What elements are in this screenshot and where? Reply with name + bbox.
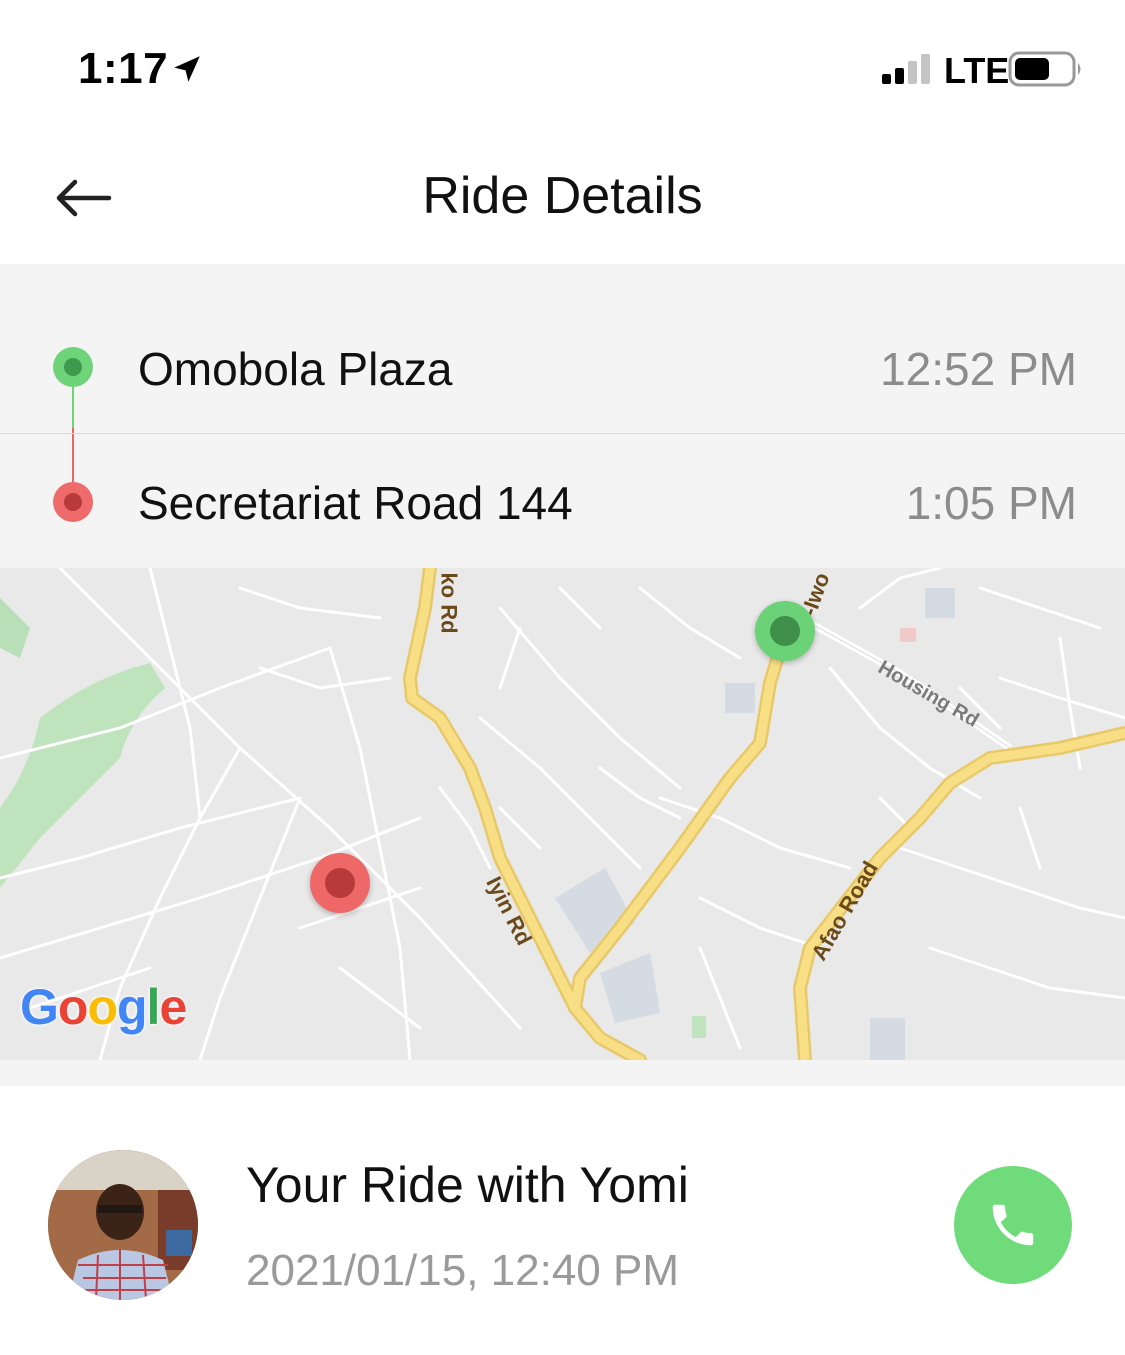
status-bar: 1:17 LTE	[0, 0, 1125, 130]
google-logo: Google	[20, 979, 187, 1035]
driver-avatar	[48, 1150, 198, 1300]
phone-icon	[992, 1204, 1034, 1246]
pickup-map-pin[interactable]	[755, 601, 815, 661]
pickup-location: Omobola Plaza	[138, 343, 453, 395]
dropoff-dot-icon	[53, 482, 93, 522]
dropoff-map-pin[interactable]	[310, 853, 370, 913]
page-title: Ride Details	[422, 167, 703, 225]
call-driver-button[interactable]	[954, 1166, 1072, 1284]
dropoff-location: Secretariat Road 144	[138, 477, 573, 529]
section-divider	[0, 1060, 1125, 1086]
status-time: 1:17	[78, 44, 169, 93]
ride-driver-title: Your Ride with Yomi	[246, 1157, 689, 1213]
dropoff-time: 1:05 PM	[905, 477, 1077, 529]
battery-icon	[1008, 51, 1081, 87]
network-type: LTE	[944, 50, 1010, 91]
location-arrow-icon	[174, 56, 200, 82]
dropoff-row: Secretariat Road 144 1:05 PM	[0, 434, 1125, 568]
pickup-time: 12:52 PM	[880, 343, 1077, 395]
map-road-label: ko Rd	[436, 572, 462, 634]
pickup-row: Omobola Plaza 12:52 PM	[0, 300, 1125, 434]
driver-section: Your Ride with Yomi 2021/01/15, 12:40 PM	[0, 1086, 1125, 1355]
nav-header: Ride Details	[0, 130, 1125, 264]
route-summary: Omobola Plaza 12:52 PM Secretariat Road …	[0, 264, 1125, 568]
ride-date: 2021/01/15, 12:40 PM	[246, 1246, 679, 1295]
route-map[interactable]: ko Rd Iyin Rd Housing Rd Afao Road Ad -I…	[0, 568, 1125, 1060]
signal-strength-icon	[882, 54, 930, 84]
pickup-dot-icon	[53, 347, 93, 387]
